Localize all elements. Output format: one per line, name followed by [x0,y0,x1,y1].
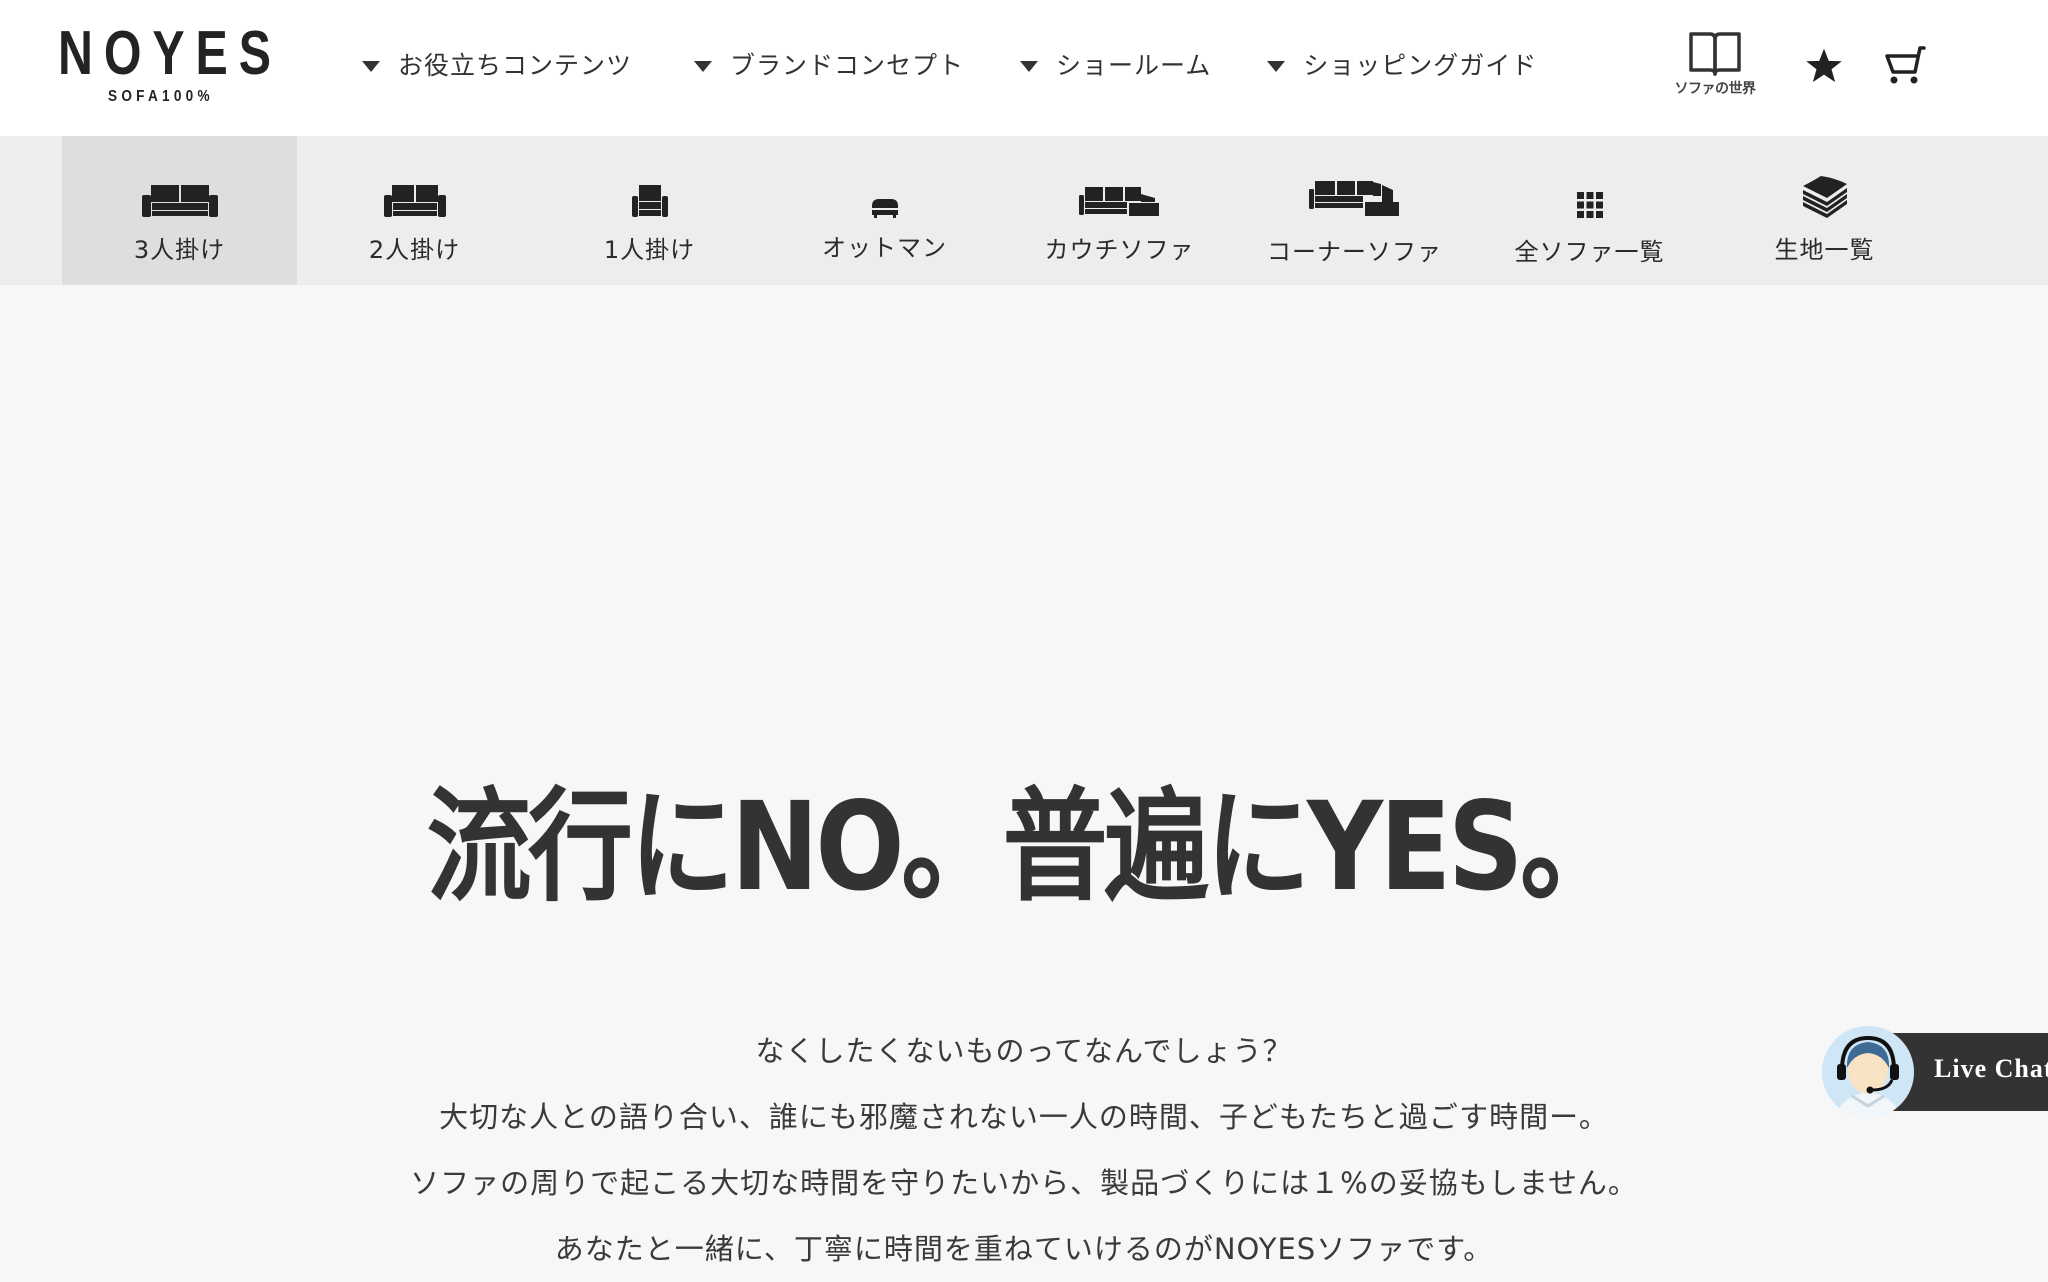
cart-button[interactable] [1882,44,1928,88]
nav-item-label: ブランドコンセプト [730,51,965,80]
sofa-world-link[interactable]: ソファの世界 [1660,30,1770,98]
star-icon [1806,48,1842,83]
hero-body: なくしたくないものってなんでしょう？ 大切な人との語り合い、誰にも邪魔されない一… [0,1018,2048,1282]
nav-item-showroom[interactable]: ショールーム [1020,46,1211,82]
global-nav: お役立ちコンテンツ ブランドコンセプト ショールーム ショッピングガイド [362,44,1593,84]
open-book-icon [1689,32,1741,76]
hero-line: ソファの周りで起こる大切な時間を守りたいから、製品づくりには１%の妥協もしません… [410,1166,1638,1200]
category-label: 全ソファ一覧 [1514,238,1665,266]
header-tools: ソファの世界 [1660,30,1926,110]
logo-link[interactable]: NOYES SOFA100% [58,19,282,108]
nav-item-label: お役立ちコンテンツ [398,51,633,80]
category-label: コーナーソファ [1267,238,1442,266]
sofa-world-label: ソファの世界 [1674,81,1757,97]
three-seat-sofa-icon [141,185,218,217]
ottoman-icon [871,199,898,218]
category-armchair[interactable]: 1人掛け [532,136,767,285]
nav-item-useful-contents[interactable]: お役立ちコンテンツ [362,46,632,82]
favorites-button[interactable] [1802,44,1846,88]
nav-item-shopping-guide[interactable]: ショッピングガイド [1267,46,1537,82]
category-fabrics[interactable]: 生地一覧 [1707,136,1942,285]
grid-icon [1576,192,1603,218]
caret-down-icon [1020,60,1039,72]
category-bar: 3人掛け 2人掛け 1人掛け オットマン カウチソファ コーナーソファ 全ソファ… [0,136,2048,285]
category-couch-sofa[interactable]: カウチソファ [1002,136,1237,285]
live-chat-button[interactable]: Live Chat [1822,1026,2048,1118]
site-header: NOYES SOFA100% お役立ちコンテンツ ブランドコンセプト ショールー… [0,0,2048,136]
logo-tagline: SOFA100% [108,88,214,105]
category-three-seat[interactable]: 3人掛け [62,136,297,285]
logo-wordmark: NOYES [58,19,282,88]
support-agent-avatar-icon [1822,1026,1914,1118]
caret-down-icon [694,60,713,72]
cart-icon [1885,46,1926,84]
armchair-icon [631,185,668,217]
nav-item-label: ショッピングガイド [1303,51,1538,80]
hero-line: あなたと一緒に、丁寧に時間を重ねていけるのがNOYESソファです。 [554,1232,1494,1266]
corner-sofa-icon [1308,181,1399,216]
hero-line: 大切な人との語り合い、誰にも邪魔されない一人の時間、子どもたちと過ごす時間ー。 [439,1100,1609,1134]
category-all-sofas[interactable]: 全ソファ一覧 [1472,136,1707,285]
category-label: 3人掛け [133,236,226,264]
live-chat-label: Live Chat [1934,1054,2048,1083]
category-label: 生地一覧 [1774,236,1875,264]
two-seat-sofa-icon [383,185,446,217]
category-ottoman[interactable]: オットマン [767,136,1002,285]
category-label: 1人掛け [603,236,696,264]
category-corner-sofa[interactable]: コーナーソファ [1237,136,1472,285]
caret-down-icon [362,60,380,72]
category-label: 2人掛け [368,236,461,264]
category-label: オットマン [822,234,947,262]
nav-item-label: ショールーム [1056,51,1212,80]
hero-title: 流行にNO。普遍にYES。 [426,776,1625,918]
category-label: カウチソファ [1044,236,1195,264]
category-two-seat[interactable]: 2人掛け [297,136,532,285]
category-list: 3人掛け 2人掛け 1人掛け オットマン カウチソファ コーナーソファ 全ソファ… [62,136,1942,285]
couch-sofa-icon [1078,187,1159,216]
hero-line: なくしたくないものってなんでしょう？ [755,1034,1293,1068]
nav-item-brand-concept[interactable]: ブランドコンセプト [694,46,964,82]
fabric-stack-icon [1802,176,1847,218]
caret-down-icon [1267,60,1286,72]
